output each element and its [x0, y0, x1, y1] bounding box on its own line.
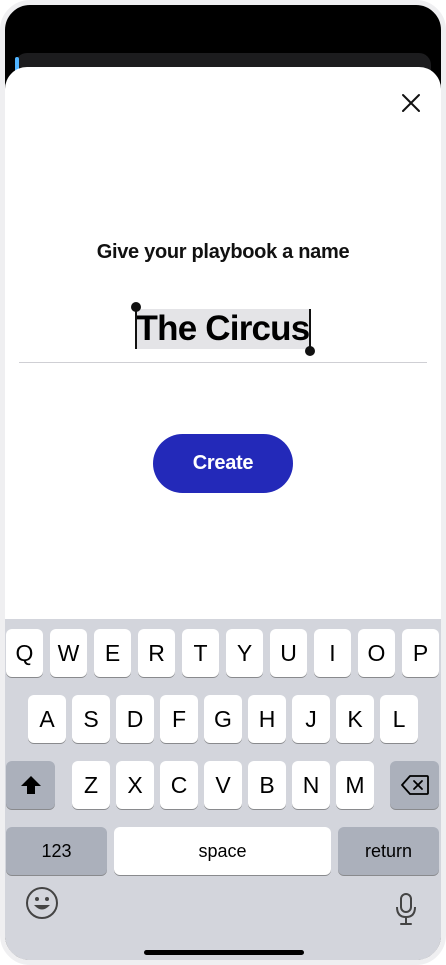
emoji-button[interactable] — [24, 885, 60, 921]
key-b[interactable]: B — [248, 761, 286, 809]
key-x[interactable]: X — [116, 761, 154, 809]
key-s[interactable]: S — [72, 695, 110, 743]
key-j[interactable]: J — [292, 695, 330, 743]
key-f[interactable]: F — [160, 695, 198, 743]
key-g[interactable]: G — [204, 695, 242, 743]
phone-frame: Give your playbook a name The Circus Cre… — [0, 0, 446, 965]
close-button[interactable] — [397, 89, 425, 117]
playbook-name-value: The Circus — [136, 309, 311, 348]
shift-icon — [20, 776, 41, 794]
key-q[interactable]: Q — [6, 629, 43, 677]
key-i[interactable]: I — [314, 629, 351, 677]
key-p[interactable]: P — [402, 629, 439, 677]
dictation-button[interactable] — [393, 891, 419, 927]
selection-end-handle[interactable] — [305, 309, 316, 356]
playbook-name-input[interactable]: The Circus — [19, 302, 427, 363]
onscreen-keyboard: Q W E R T Y U I O P A S D F G H J K L Z … — [5, 619, 441, 960]
key-w[interactable]: W — [50, 629, 87, 677]
key-o[interactable]: O — [358, 629, 395, 677]
key-n[interactable]: N — [292, 761, 330, 809]
key-z[interactable]: Z — [72, 761, 110, 809]
return-key[interactable]: return — [338, 827, 439, 875]
microphone-icon — [396, 893, 416, 925]
key-r[interactable]: R — [138, 629, 175, 677]
key-a[interactable]: A — [28, 695, 66, 743]
delete-icon — [400, 775, 429, 795]
selected-name-text[interactable]: The Circus — [130, 302, 316, 356]
create-button[interactable]: Create — [153, 434, 293, 493]
page-title: Give your playbook a name — [96, 241, 350, 263]
key-k[interactable]: K — [336, 695, 374, 743]
key-y[interactable]: Y — [226, 629, 263, 677]
close-icon — [402, 94, 420, 112]
selection-start-handle[interactable] — [130, 302, 141, 349]
key-d[interactable]: D — [116, 695, 154, 743]
space-key[interactable]: space — [114, 827, 331, 875]
key-c[interactable]: C — [160, 761, 198, 809]
key-e[interactable]: E — [94, 629, 131, 677]
key-u[interactable]: U — [270, 629, 307, 677]
numbers-key[interactable]: 123 — [6, 827, 107, 875]
key-t[interactable]: T — [182, 629, 219, 677]
key-m[interactable]: M — [336, 761, 374, 809]
home-indicator — [144, 950, 304, 955]
shift-key[interactable] — [6, 761, 55, 809]
key-l[interactable]: L — [380, 695, 418, 743]
delete-key[interactable] — [390, 761, 439, 809]
key-v[interactable]: V — [204, 761, 242, 809]
key-h[interactable]: H — [248, 695, 286, 743]
emoji-icon — [26, 887, 58, 919]
